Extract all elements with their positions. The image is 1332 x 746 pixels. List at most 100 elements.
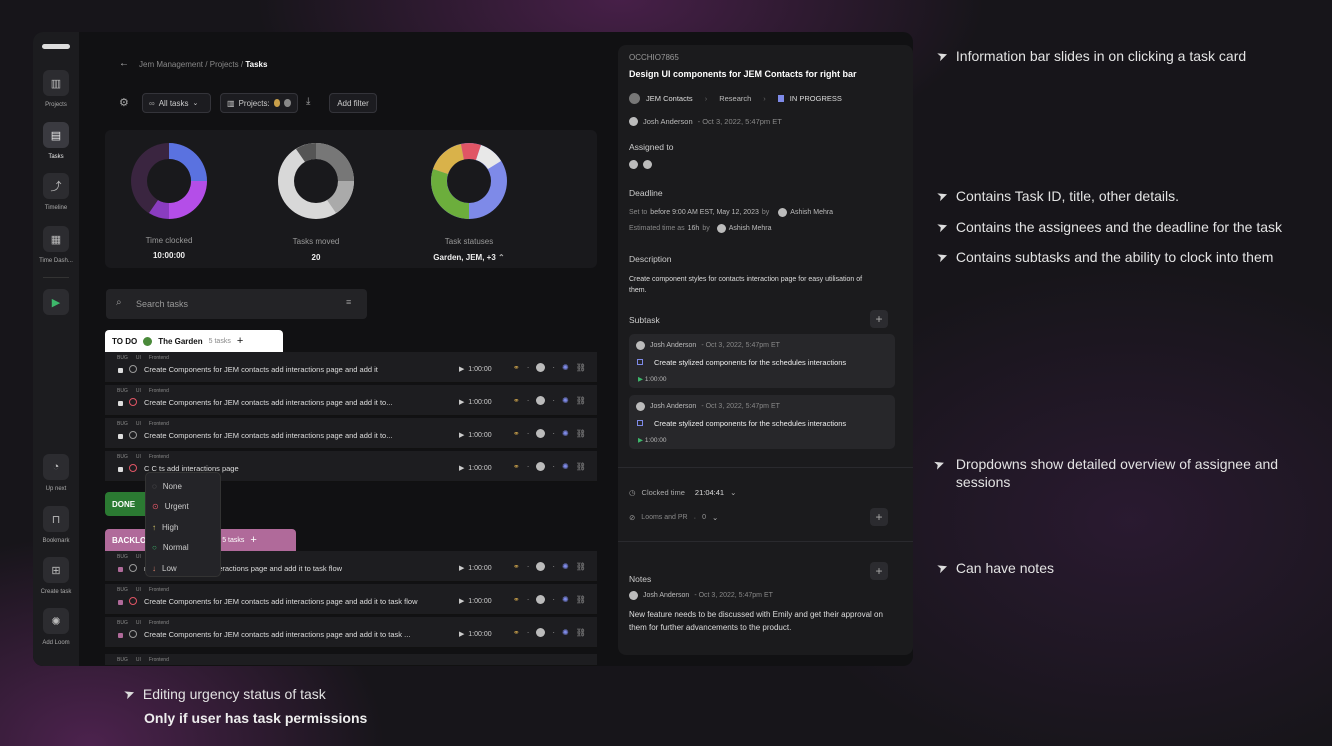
stat-label: Tasks moved xyxy=(292,237,340,246)
link-icon[interactable]: ⛓ xyxy=(576,429,586,438)
urgency-option-urgent[interactable]: ⊙ Urgent xyxy=(146,497,222,517)
add-subtask-button[interactable]: + xyxy=(870,310,888,328)
subtask-card[interactable]: Josh Anderson - Oct 3, 2022, 5:47pm ET Cre… xyxy=(629,395,895,449)
back-arrow-icon[interactable]: ← xyxy=(119,58,129,69)
sidebar-item-bookmark[interactable]: ⊓ Bookmark xyxy=(33,506,79,544)
status-icon[interactable]: ✺ xyxy=(562,363,569,372)
task-checkbox[interactable] xyxy=(118,401,123,406)
sidebar-item-time-dashboard[interactable]: ▦ Time Dash... xyxy=(33,226,79,264)
add-loom-button[interactable]: + xyxy=(870,508,888,526)
task-checkbox[interactable] xyxy=(118,467,123,472)
status-icon[interactable]: ✺ xyxy=(562,628,569,637)
project-avatar xyxy=(143,336,153,346)
task-timer[interactable]: ▶ 1:00:00 xyxy=(459,564,492,572)
subtask-timer[interactable]: ▶ 1:00:00 xyxy=(638,375,667,383)
status-badge[interactable]: IN PROGRESS xyxy=(790,94,842,103)
filter-icon[interactable]: ≡ xyxy=(346,297,351,307)
add-icon[interactable]: + xyxy=(237,335,243,347)
task-timer[interactable]: ▶ 1:00:00 xyxy=(459,398,492,406)
subtask-card[interactable]: Josh Anderson - Oct 3, 2022, 5:47pm ET Cre… xyxy=(629,334,895,388)
urgency-option-high[interactable]: ↑ High xyxy=(146,517,222,537)
sidebar-item-create-task[interactable]: ⊞ Create task xyxy=(33,557,79,595)
list-link[interactable]: Research xyxy=(719,94,751,103)
sidebar-item-tasks[interactable]: ▤ Tasks xyxy=(33,122,79,160)
task-checkbox[interactable] xyxy=(118,368,123,373)
task-meta-row: JEM Contacts › Research › IN PROGRESS xyxy=(629,93,842,104)
avatar[interactable] xyxy=(536,429,546,438)
status-icon[interactable]: ✺ xyxy=(562,396,569,405)
link-icon[interactable]: ⛓ xyxy=(576,462,586,471)
urgency-status-icon[interactable] xyxy=(129,464,137,472)
task-timer[interactable]: ▶ 1:00:00 xyxy=(459,464,492,472)
task-card[interactable]: BUG UI Frontend xyxy=(105,654,597,666)
group-header-todo[interactable]: TO DO The Garden 5 tasks + xyxy=(105,330,283,352)
task-timer[interactable]: ▶ 1:00:00 xyxy=(459,630,492,638)
task-timer[interactable]: ▶ 1:00:00 xyxy=(459,431,492,439)
play-timer-button[interactable]: ▶ xyxy=(33,289,79,315)
task-checkbox[interactable] xyxy=(118,600,123,605)
task-timer[interactable]: ▶ 1:00:00 xyxy=(459,597,492,605)
link-icon[interactable]: ⛓ xyxy=(576,562,586,571)
status-icon[interactable]: ✺ xyxy=(562,595,569,604)
add-note-button[interactable]: + xyxy=(870,562,888,580)
task-card[interactable]: BUG UI Frontend Create Components for JEM c… xyxy=(105,352,597,383)
urgency-status-icon[interactable] xyxy=(129,398,137,406)
urgency-label: Urgent xyxy=(164,502,189,511)
deadline-row[interactable]: Set to before 9:00 AM EST, May 12, 2023 … xyxy=(629,208,833,217)
task-checkbox[interactable] xyxy=(118,633,123,638)
search-input[interactable]: Search tasks xyxy=(136,299,188,309)
sidebar-item-projects[interactable]: ▥ Projects xyxy=(33,70,79,108)
task-tags: BUG UI Frontend xyxy=(117,388,169,394)
estimate-row[interactable]: Estimated time as 16h by Ashish Mehra xyxy=(629,224,772,233)
urgency-status-icon[interactable] xyxy=(129,597,137,605)
breadcrumb-item[interactable]: Jem Management xyxy=(139,60,203,69)
urgency-option-normal[interactable]: ○ Normal xyxy=(146,538,222,558)
avatar[interactable] xyxy=(536,363,546,372)
add-icon[interactable]: + xyxy=(250,534,256,546)
urgency-status-icon[interactable] xyxy=(129,431,137,439)
urgency-status-icon[interactable] xyxy=(129,365,137,373)
subtask-checkbox[interactable] xyxy=(637,359,643,365)
subtask-checkbox[interactable] xyxy=(637,420,643,426)
status-icon[interactable]: ✺ xyxy=(562,429,569,438)
project-link[interactable]: JEM Contacts xyxy=(646,94,693,103)
add-filter-button[interactable]: Add filter xyxy=(329,93,377,113)
link-icon[interactable]: ⛓ xyxy=(576,363,586,372)
avatar[interactable] xyxy=(536,595,546,604)
sidebar-item-timeline[interactable]: ⤴ Timeline xyxy=(33,173,79,211)
download-icon[interactable]: ⤓ xyxy=(306,96,310,107)
assignees[interactable] xyxy=(629,160,652,169)
status-icon[interactable]: ✺ xyxy=(562,462,569,471)
task-card[interactable]: BUG UI Frontend Create Components for JEM c… xyxy=(105,418,597,449)
filter-settings-icon[interactable]: ⚙ xyxy=(119,96,129,109)
task-card[interactable]: BUG UI Frontend Create Components for JEM c… xyxy=(105,385,597,416)
task-checkbox[interactable] xyxy=(118,567,123,572)
avatar[interactable] xyxy=(536,462,546,471)
task-checkbox[interactable] xyxy=(118,434,123,439)
annotation: ➤ Contains the assignees and the deadline… xyxy=(935,218,1282,236)
breadcrumb-item[interactable]: Projects xyxy=(210,60,239,69)
link-icon[interactable]: ⛓ xyxy=(576,396,586,405)
looms-dropdown[interactable]: ⊘ Looms and PR · 0 ⌄ xyxy=(629,513,718,522)
stat-value-dropdown[interactable]: Garden, JEM, +3 ⌃ xyxy=(399,253,539,262)
urgency-status-icon[interactable] xyxy=(129,630,137,638)
avatar[interactable] xyxy=(536,562,546,571)
sidebar-item-add-loom[interactable]: ✺ Add Loom xyxy=(33,608,79,646)
urgency-option-none[interactable]: ◌ None xyxy=(146,476,222,496)
task-timer[interactable]: ▶ 1:00:00 xyxy=(459,365,492,373)
urgency-option-low[interactable]: ↓ Low xyxy=(146,558,222,578)
search-bar[interactable]: ⌕ Search tasks ≡ xyxy=(106,289,367,319)
sidebar-item-up-next[interactable]: ◔ Up next xyxy=(33,454,79,492)
avatar[interactable] xyxy=(536,396,546,405)
all-tasks-dropdown[interactable]: ∞ All tasks ⌄ xyxy=(142,93,211,113)
link-icon[interactable]: ⛓ xyxy=(576,595,586,604)
task-card[interactable]: BUG UI Frontend Create Components for JEM c… xyxy=(105,617,597,648)
status-icon[interactable]: ✺ xyxy=(562,562,569,571)
projects-filter[interactable]: ▥ Projects: xyxy=(220,93,298,113)
clocked-time-dropdown[interactable]: ◷ Clocked time 21:04:41 ⌄ xyxy=(629,488,736,497)
task-card[interactable]: BUG UI Frontend Create Components for JEM c… xyxy=(105,584,597,615)
subtask-timer[interactable]: ▶ 1:00:00 xyxy=(638,436,667,444)
urgency-status-icon[interactable] xyxy=(129,564,137,572)
avatar[interactable] xyxy=(536,628,546,637)
link-icon[interactable]: ⛓ xyxy=(576,628,586,637)
